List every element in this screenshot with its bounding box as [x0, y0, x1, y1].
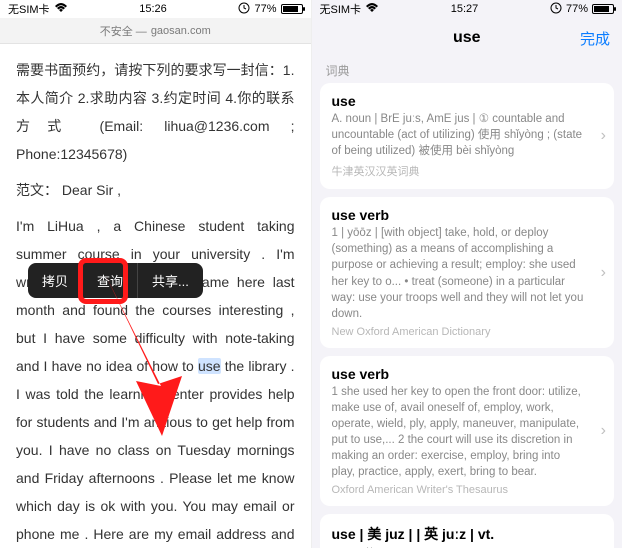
- carrier-label: 无SIM卡: [320, 1, 362, 17]
- entry-definition: 1 she used her key to open the front doo…: [332, 384, 585, 481]
- carrier-label: 无SIM卡: [8, 1, 50, 17]
- battery-icon: [592, 4, 614, 14]
- dict-entry[interactable]: use verb 1 | yōōz | [with object] take, …: [320, 197, 615, 348]
- not-secure-label: 不安全 —: [100, 23, 147, 39]
- rotation-lock-icon: [550, 2, 562, 17]
- battery-icon: [281, 4, 303, 14]
- done-button[interactable]: 完成: [580, 28, 610, 49]
- lookup-navbar: use 完成: [312, 18, 622, 58]
- status-bar-left: 无SIM卡 15:26 77%: [0, 0, 311, 18]
- lookup-title: use: [453, 29, 481, 47]
- greeting-line: 范文： Dear Sir ,: [16, 176, 295, 204]
- dict-entry[interactable]: use verb 1 she used her key to open the …: [320, 356, 615, 507]
- context-menu: 拷贝 查询 共享...: [28, 263, 203, 298]
- battery-percent: 77%: [566, 3, 588, 15]
- dict-entry[interactable]: use | 美 juz | | 英 juːz | vt. 1.用，使用 • Ma…: [320, 514, 615, 548]
- selected-word[interactable]: use: [198, 358, 221, 374]
- body-after: the library . I was told the learning ce…: [16, 358, 295, 548]
- entry-headword: use verb: [332, 366, 585, 382]
- url-bar[interactable]: 不安全 — gaosan.com: [0, 18, 311, 44]
- left-screen: 无SIM卡 15:26 77% 不安全 — gaosan.com 需要书面预约，…: [0, 0, 312, 548]
- entry-source: New Oxford American Dictionary: [332, 326, 585, 338]
- dict-entry[interactable]: use A. noun | BrE juːs, AmE jus | ① coun…: [320, 83, 615, 189]
- battery-percent: 77%: [254, 3, 276, 15]
- entry-source: 牛津英汉汉英词典: [332, 163, 585, 179]
- ctx-lookup[interactable]: 查询: [83, 263, 137, 298]
- dictionary-section-label: 词典: [312, 58, 622, 83]
- entry-source: Oxford American Writer's Thesaurus: [332, 484, 585, 496]
- chevron-right-icon: ›: [601, 544, 606, 548]
- right-screen: 无SIM卡 15:27 77% use 完成 词典 use A. noun |: [312, 0, 622, 548]
- wifi-icon: [365, 3, 379, 16]
- wifi-icon: [54, 3, 68, 16]
- entry-headword: use verb: [332, 207, 585, 223]
- ctx-share[interactable]: 共享...: [138, 263, 203, 298]
- rotation-lock-icon: [238, 2, 250, 17]
- url-host: gaosan.com: [151, 25, 211, 37]
- ctx-copy[interactable]: 拷贝: [28, 263, 82, 298]
- intro-paragraph: 需要书面预约，请按下列的要求写一封信：1.本人简介 2.求助内容 3.约定时间 …: [16, 56, 295, 168]
- status-bar-right: 无SIM卡 15:27 77%: [312, 0, 622, 18]
- chevron-right-icon: ›: [601, 264, 606, 282]
- clock-label: 15:27: [451, 3, 479, 15]
- entry-headword: use: [332, 93, 585, 109]
- entry-definition: 1 | yōōz | [with object] take, hold, or …: [332, 225, 585, 322]
- entry-definition: A. noun | BrE juːs, AmE jus | ① countabl…: [332, 111, 585, 159]
- chevron-right-icon: ›: [601, 127, 606, 145]
- dictionary-cards: use A. noun | BrE juːs, AmE jus | ① coun…: [312, 83, 622, 548]
- entry-headword: use | 美 juz | | 英 juːz | vt.: [332, 524, 585, 544]
- chevron-right-icon: ›: [601, 422, 606, 440]
- clock-label: 15:26: [139, 3, 167, 15]
